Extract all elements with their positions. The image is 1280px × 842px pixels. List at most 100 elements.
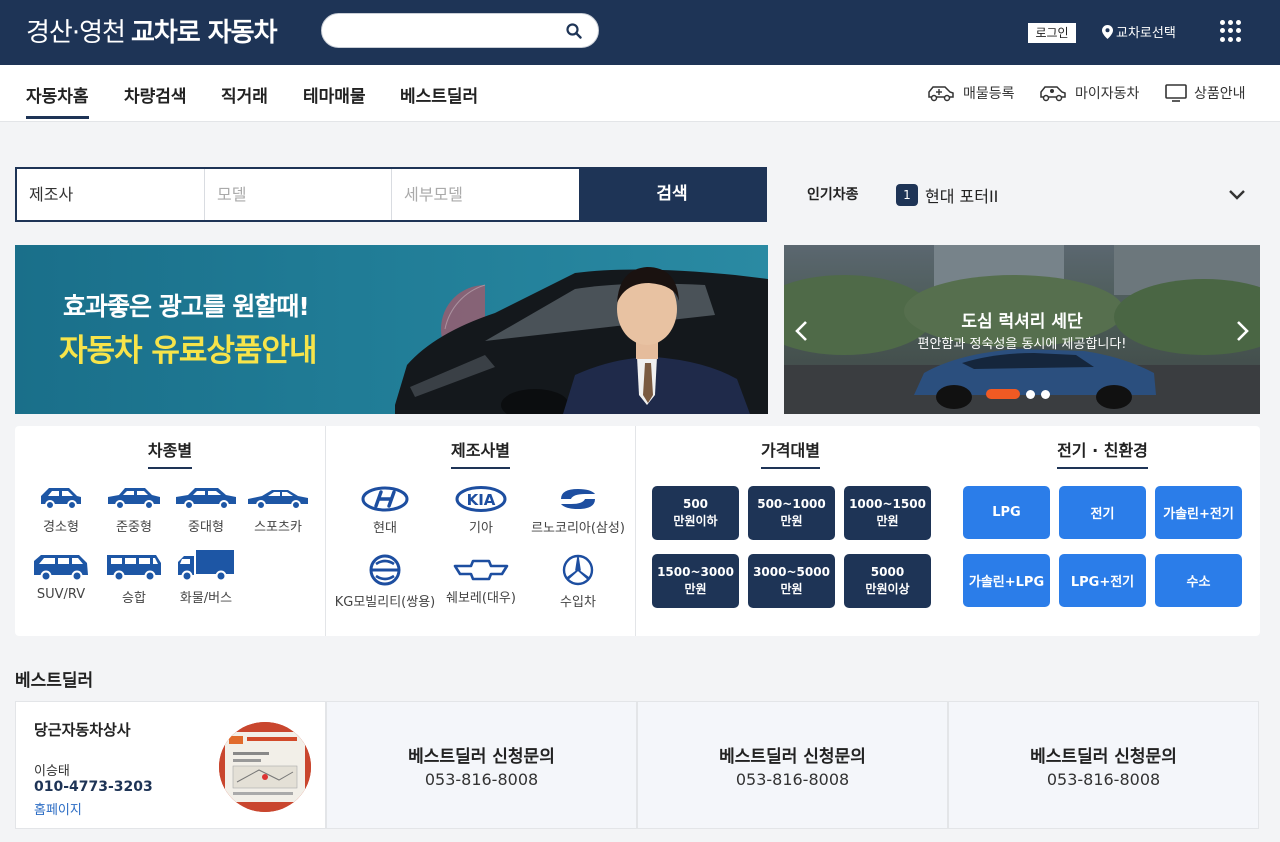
best-dealer-heading: 베스트딜러 — [15, 671, 94, 691]
price-range-button[interactable]: 500 만원이하 — [652, 486, 739, 540]
dealer-homepage-link[interactable]: 홈페이지 — [34, 799, 82, 818]
dealer-name: 당근자동차상사 — [34, 721, 131, 739]
dealer-apply-title: 베스트딜러 신청문의 — [719, 746, 866, 767]
price-range-button[interactable]: 3000~5000 만원 — [748, 554, 835, 608]
dealer-phone: 010-4773-3203 — [34, 779, 153, 795]
svg-text:KIA: KIA — [467, 491, 496, 509]
popular-rank-badge: 1 — [896, 184, 918, 206]
region-label: 교차로선택 — [1116, 26, 1176, 41]
vehicle-type-sports[interactable]: 스포츠카 — [240, 482, 316, 535]
fuel-lpg-button[interactable]: LPG — [963, 486, 1050, 539]
chevron-left-icon[interactable] — [793, 320, 811, 342]
category-panel: 차종별 경소형 준중형 중대형 스포츠카 SUV/RV 승합 화물/버스 제조사… — [15, 426, 1260, 636]
ad-banner[interactable]: 효과좋은 광고를 원할때! 자동차 유료상품안내 — [15, 245, 768, 414]
maker-kg-mobility[interactable]: KG모빌리티(쌍용) — [330, 554, 440, 610]
dealer-apply-phone: 053-816-8008 — [735, 769, 850, 789]
popular-car-link[interactable]: 현대 포터II — [925, 183, 998, 207]
carousel-subtitle: 편안함과 정숙성을 동시에 제공합니다! — [917, 337, 1127, 352]
suv-icon — [34, 555, 88, 582]
popular-label: 인기차종 — [807, 187, 859, 203]
category-title: 제조사별 — [451, 437, 510, 469]
model-select[interactable]: 모델 — [205, 169, 392, 220]
renault-samsung-logo-icon — [561, 489, 595, 509]
category-title: 차종별 — [147, 437, 193, 469]
chevron-down-icon[interactable] — [1227, 186, 1247, 204]
dealer-apply-card[interactable]: 베스트딜러 신청문의 053-816-8008 — [948, 701, 1259, 829]
carousel-dot[interactable] — [986, 389, 1020, 399]
category-by-maker: 제조사별 현대 KIA 기아 르노코리아(삼성) KG모빌리티(쌍용) 쉐보레(… — [325, 426, 635, 636]
banner-subheadline: 자동차 유료상품안내 — [59, 333, 317, 369]
chevron-right-icon[interactable] — [1233, 320, 1251, 342]
maker-chevrolet[interactable]: 쉐보레(대우) — [426, 558, 536, 606]
fuel-lpg-electric-button[interactable]: LPG+전기 — [1059, 554, 1146, 607]
mercedes-star-icon — [562, 554, 594, 586]
nav-theme-listing[interactable]: 테마매물 — [303, 82, 366, 107]
global-search — [321, 13, 599, 48]
vehicle-type-suv[interactable]: SUV/RV — [23, 551, 99, 602]
dealer-apply-title: 베스트딜러 신청문의 — [1030, 746, 1177, 767]
price-range-button[interactable]: 5000 만원이상 — [844, 554, 931, 608]
category-by-type: 차종별 경소형 준중형 중대형 스포츠카 SUV/RV 승합 화물/버스 — [15, 426, 325, 636]
nav-product-info[interactable]: 상품안내 — [1165, 83, 1246, 103]
price-range-button[interactable]: 1000~1500 만원 — [844, 486, 931, 540]
vehicle-type-compact[interactable]: 경소형 — [23, 482, 99, 535]
my-car-icon — [1040, 86, 1066, 102]
banner-headline: 효과좋은 광고를 원할때! — [63, 292, 310, 321]
vehicle-type-truck-bus[interactable]: 화물/버스 — [168, 548, 244, 606]
maker-kia[interactable]: KIA 기아 — [426, 486, 536, 536]
nav-direct-deal[interactable]: 직거래 — [221, 82, 268, 107]
kg-mobility-logo-icon — [369, 554, 401, 586]
carousel-dot[interactable] — [1041, 389, 1050, 399]
nav-best-dealer[interactable]: 베스트딜러 — [400, 82, 478, 107]
vehicle-type-mid-large[interactable]: 중대형 — [168, 482, 244, 535]
nav-register-listing[interactable]: 매물등록 — [926, 83, 1015, 103]
promo-carousel[interactable]: 도심 럭셔리 세단 편안함과 정숙성을 동시에 제공합니다! — [784, 245, 1260, 414]
large-sedan-icon — [176, 488, 236, 510]
maker-hyundai[interactable]: 현대 — [330, 486, 440, 536]
chevrolet-logo-icon — [453, 559, 509, 581]
region-select[interactable]: 교차로선택 — [1102, 22, 1176, 41]
dealer-apply-phone: 053-816-8008 — [1046, 769, 1161, 789]
login-button[interactable]: 로그인 — [1027, 22, 1077, 44]
dealer-apply-card[interactable]: 베스트딜러 신청문의 053-816-8008 — [637, 701, 948, 829]
fuel-gasoline-lpg-button[interactable]: 가솔린+LPG — [963, 554, 1050, 607]
price-range-button[interactable]: 500~1000 만원 — [748, 486, 835, 540]
dealer-photo — [219, 722, 311, 812]
search-button[interactable]: 검색 — [579, 169, 765, 220]
sports-car-icon — [248, 490, 308, 510]
site-logo[interactable]: 경산·영천 교차로 자동차 — [26, 12, 278, 49]
maker-renault-korea[interactable]: 르노코리아(삼성) — [523, 486, 633, 536]
category-title: 전기 · 친환경 — [1057, 437, 1148, 469]
category-by-price: 가격대별 500 만원이하 500~1000 만원 1000~1500 만원 1500… — [635, 426, 945, 636]
monitor-icon — [1165, 84, 1187, 102]
carousel-title: 도심 럭셔리 세단 — [961, 312, 1083, 332]
vehicle-type-van[interactable]: 승합 — [96, 551, 172, 606]
truck-icon — [178, 550, 234, 582]
fuel-hydrogen-button[interactable]: 수소 — [1155, 554, 1242, 607]
carousel-indicator — [986, 389, 1050, 399]
nav-car-search[interactable]: 차량검색 — [124, 82, 187, 107]
dealer-card[interactable]: 당근자동차상사 이승태 010-4773-3203 홈페이지 — [15, 701, 326, 829]
dealer-apply-card[interactable]: 베스트딜러 신청문의 053-816-8008 — [326, 701, 637, 829]
fuel-electric-button[interactable]: 전기 — [1059, 486, 1146, 539]
dealer-apply-title: 베스트딜러 신청문의 — [408, 746, 555, 767]
maker-select[interactable]: 제조사 — [17, 169, 205, 220]
car-search-form: 제조사 모델 세부모델 검색 — [15, 167, 767, 222]
hyundai-logo-icon — [361, 486, 409, 512]
van-icon — [107, 555, 161, 582]
search-input[interactable] — [336, 21, 556, 41]
maker-imported[interactable]: 수입차 — [523, 554, 633, 610]
carousel-dot[interactable] — [1026, 389, 1035, 399]
dealer-apply-phone: 053-816-8008 — [424, 769, 539, 789]
fuel-gasoline-electric-button[interactable]: 가솔린+전기 — [1155, 486, 1242, 539]
kia-logo-icon: KIA — [455, 486, 507, 512]
search-icon[interactable] — [566, 23, 582, 39]
vehicle-type-semi-mid[interactable]: 준중형 — [96, 482, 172, 535]
top-header: 경산·영천 교차로 자동차 로그인 교차로선택 — [0, 0, 1280, 65]
nav-car-home[interactable]: 자동차홈 — [26, 82, 89, 119]
nav-my-car[interactable]: 마이자동차 — [1038, 83, 1139, 103]
price-range-button[interactable]: 1500~3000 만원 — [652, 554, 739, 608]
submodel-select[interactable]: 세부모델 — [392, 169, 579, 220]
apps-menu-icon[interactable] — [1220, 20, 1242, 42]
compact-car-icon — [41, 488, 81, 510]
